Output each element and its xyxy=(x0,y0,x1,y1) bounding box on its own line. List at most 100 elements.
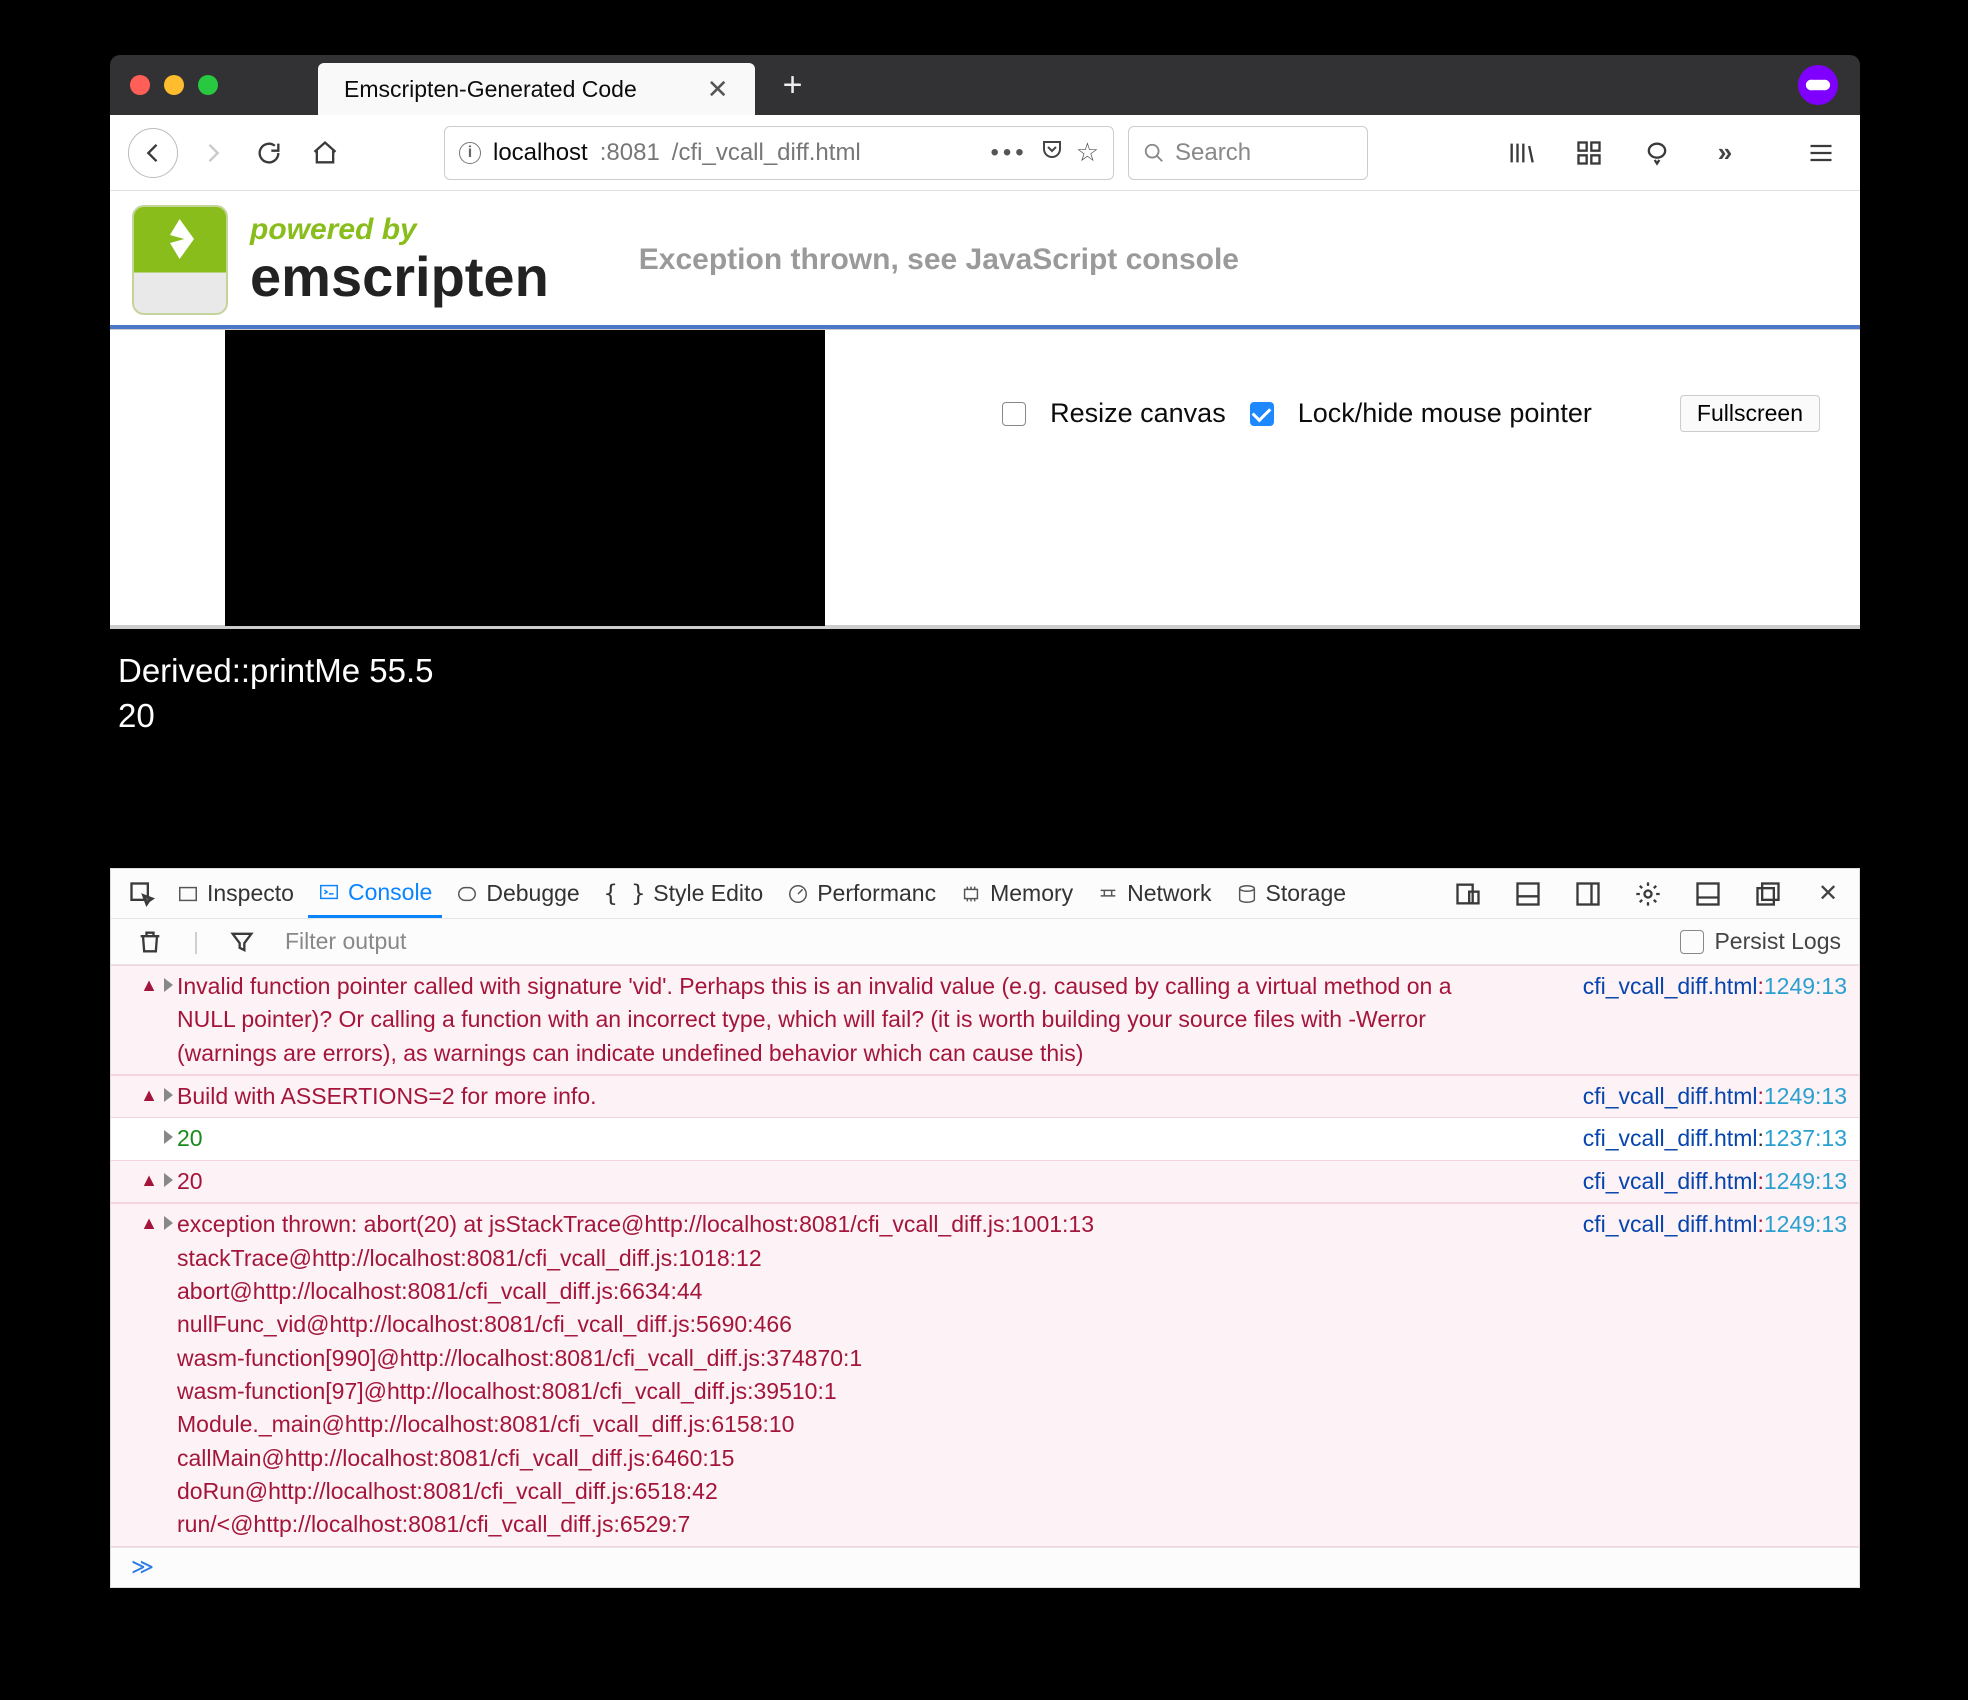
tab-style-editor[interactable]: { }Style Edito xyxy=(594,869,774,918)
toolbar-icons: » xyxy=(1500,132,1842,174)
search-placeholder: Search xyxy=(1175,139,1251,167)
forward-button[interactable] xyxy=(192,132,234,174)
overflow-icon[interactable]: » xyxy=(1704,132,1746,174)
lock-label: Lock/hide mouse pointer xyxy=(1298,398,1592,429)
maximize-window-button[interactable] xyxy=(198,75,218,95)
stdout-area: Derived::printMe 55.5 20 xyxy=(110,629,1860,778)
persist-checkbox[interactable] xyxy=(1680,930,1704,954)
bookmark-icon[interactable]: ☆ xyxy=(1076,137,1099,168)
expand-icon[interactable] xyxy=(164,1088,173,1102)
url-path: /cfi_vcall_diff.html xyxy=(672,139,861,167)
responsive-mode-icon[interactable] xyxy=(1447,873,1489,915)
console-location[interactable]: cfi_vcall_diff.html:1249:13 xyxy=(1487,970,1847,1070)
minimize-window-button[interactable] xyxy=(164,75,184,95)
emscripten-logo: powered by emscripten xyxy=(132,205,549,315)
search-icon xyxy=(1143,142,1165,164)
console-message: 20 xyxy=(173,1165,1487,1198)
warning-icon: ▲ xyxy=(140,1210,158,1236)
console-location[interactable]: cfi_vcall_diff.html:1249:13 xyxy=(1487,1165,1847,1198)
console-row: ▲ 20cfi_vcall_diff.html:1249:13 xyxy=(111,1160,1859,1203)
tab-memory[interactable]: Memory xyxy=(950,869,1083,918)
console-prompt[interactable]: ≫ xyxy=(111,1547,1859,1587)
console-location[interactable]: cfi_vcall_diff.html:1249:13 xyxy=(1487,1080,1847,1113)
console-output: ▲ Invalid function pointer called with si… xyxy=(111,965,1859,1547)
console-message: 20 xyxy=(173,1122,1487,1155)
resize-label: Resize canvas xyxy=(1050,398,1226,429)
warning-icon: ▲ xyxy=(140,1082,158,1108)
new-tab-button[interactable]: + xyxy=(783,66,803,105)
info-icon[interactable]: i xyxy=(459,142,481,164)
pocket-icon[interactable] xyxy=(1040,137,1064,168)
console-message: exception thrown: abort(20) at jsStackTr… xyxy=(173,1208,1487,1541)
home-button[interactable] xyxy=(304,132,346,174)
lock-pointer-checkbox[interactable] xyxy=(1250,402,1274,426)
tab-debugger[interactable]: Debugge xyxy=(446,869,589,918)
tab-title: Emscripten-Generated Code xyxy=(344,76,637,103)
filter-icon[interactable] xyxy=(221,921,263,963)
console-row: ▲ Build with ASSERTIONS=2 for more info.c… xyxy=(111,1075,1859,1118)
menu-button[interactable] xyxy=(1800,132,1842,174)
expand-icon[interactable] xyxy=(164,1173,173,1187)
warning-icon: ▲ xyxy=(140,1167,158,1193)
console-location[interactable]: cfi_vcall_diff.html:1237:13 xyxy=(1487,1122,1847,1155)
split-console-icon[interactable] xyxy=(1507,873,1549,915)
search-bar[interactable]: Search xyxy=(1128,126,1368,180)
logo-text: emscripten xyxy=(250,249,549,305)
popout-icon[interactable] xyxy=(1747,873,1789,915)
stdout-line: Derived::printMe 55.5 xyxy=(118,649,1852,694)
devtools-tabs: Inspecto Console Debugge { }Style Edito … xyxy=(111,869,1859,919)
persist-logs-toggle[interactable]: Persist Logs xyxy=(1680,928,1841,955)
page-header: powered by emscripten Exception thrown, … xyxy=(110,191,1860,329)
warning-icon: ▲ xyxy=(140,972,158,998)
expand-icon[interactable] xyxy=(164,978,173,992)
tab-console[interactable]: Console xyxy=(308,869,442,918)
logo-powered-by: powered by xyxy=(250,215,549,245)
window-controls xyxy=(130,75,218,95)
console-row: 20cfi_vcall_diff.html:1237:13 xyxy=(111,1118,1859,1159)
pick-element-icon[interactable] xyxy=(121,873,163,915)
back-button[interactable] xyxy=(128,128,178,178)
fullscreen-button[interactable]: Fullscreen xyxy=(1680,395,1820,432)
addons-icon[interactable] xyxy=(1568,132,1610,174)
close-window-button[interactable] xyxy=(130,75,150,95)
console-row: ▲ Invalid function pointer called with si… xyxy=(111,965,1859,1075)
tab-inspector[interactable]: Inspecto xyxy=(167,869,304,918)
browser-tab[interactable]: Emscripten-Generated Code ✕ xyxy=(318,63,755,115)
dock-bottom-icon[interactable] xyxy=(1687,873,1729,915)
console-toolbar: | Filter output Persist Logs xyxy=(111,919,1859,965)
tab-performance[interactable]: Performanc xyxy=(777,869,946,918)
close-tab-icon[interactable]: ✕ xyxy=(707,74,729,105)
notifications-icon[interactable] xyxy=(1636,132,1678,174)
logo-icon xyxy=(132,205,228,315)
extension-icon[interactable] xyxy=(1798,65,1838,105)
settings-icon[interactable] xyxy=(1627,873,1669,915)
reload-button[interactable] xyxy=(248,132,290,174)
expand-icon[interactable] xyxy=(164,1130,173,1144)
close-devtools-icon[interactable]: ✕ xyxy=(1807,873,1849,915)
library-icon[interactable] xyxy=(1500,132,1542,174)
dock-side-icon[interactable] xyxy=(1567,873,1609,915)
url-host: localhost xyxy=(493,139,588,167)
console-message: Build with ASSERTIONS=2 for more info. xyxy=(173,1080,1487,1113)
expand-icon[interactable] xyxy=(164,1216,173,1230)
canvas-area: Resize canvas Lock/hide mouse pointer Fu… xyxy=(110,329,1860,629)
console-message: Invalid function pointer called with sig… xyxy=(173,970,1487,1070)
console-location[interactable]: cfi_vcall_diff.html:1249:13 xyxy=(1487,1208,1847,1541)
console-row: ▲ exception thrown: abort(20) at jsStackT… xyxy=(111,1203,1859,1546)
tab-network[interactable]: Network xyxy=(1087,869,1221,918)
canvas-controls: Resize canvas Lock/hide mouse pointer Fu… xyxy=(1002,395,1820,432)
browser-window: Emscripten-Generated Code ✕ + i localhos… xyxy=(110,55,1860,1588)
page-actions-icon[interactable]: ••• xyxy=(990,139,1027,167)
tab-bar: Emscripten-Generated Code ✕ + xyxy=(110,55,1860,115)
stdout-line: 20 xyxy=(118,694,1852,739)
address-bar[interactable]: i localhost :8081/cfi_vcall_diff.html •••… xyxy=(444,126,1114,180)
status-text: Exception thrown, see JavaScript console xyxy=(639,243,1239,277)
url-port: :8081 xyxy=(600,139,660,167)
tab-storage[interactable]: Storage xyxy=(1226,869,1357,918)
output-canvas[interactable] xyxy=(225,330,825,626)
devtools-panel: Inspecto Console Debugge { }Style Edito … xyxy=(110,868,1860,1588)
nav-bar: i localhost :8081/cfi_vcall_diff.html •••… xyxy=(110,115,1860,191)
filter-placeholder[interactable]: Filter output xyxy=(285,928,406,955)
clear-console-icon[interactable] xyxy=(129,921,171,963)
resize-checkbox[interactable] xyxy=(1002,402,1026,426)
